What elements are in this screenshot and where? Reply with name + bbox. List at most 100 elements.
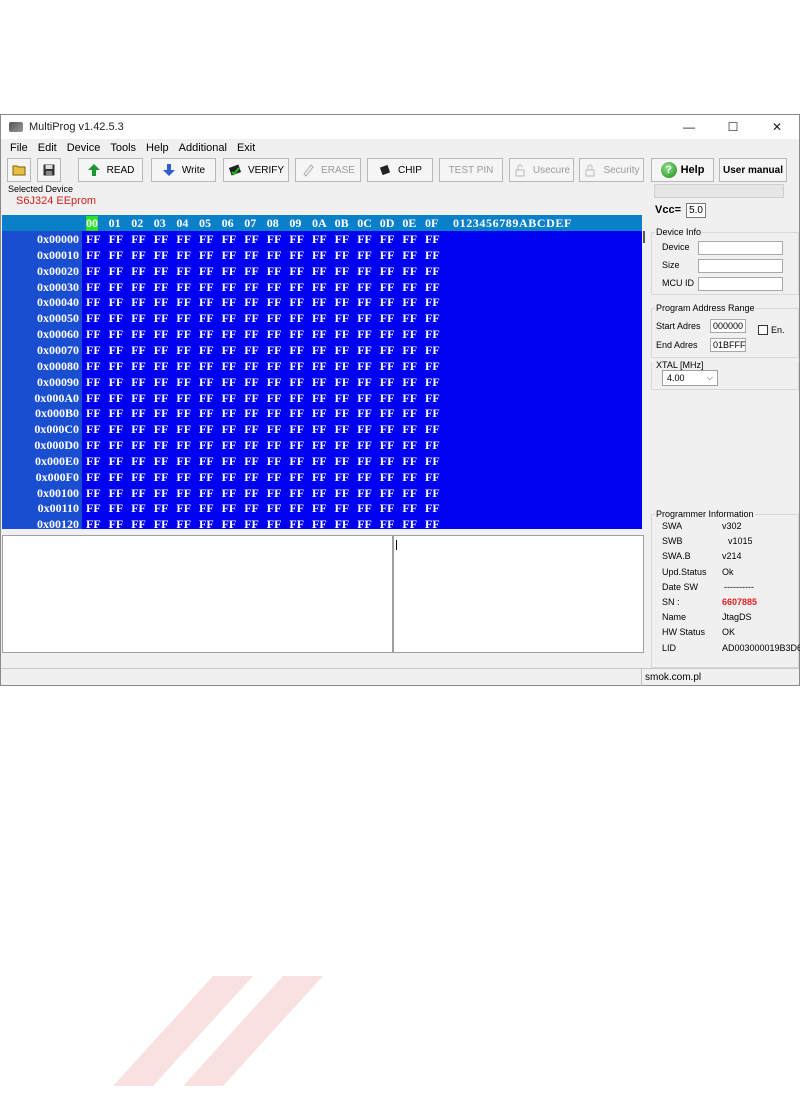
write-button[interactable]: Write xyxy=(151,158,216,182)
hex-byte[interactable]: FF xyxy=(86,280,101,295)
hex-byte[interactable]: FF xyxy=(222,406,237,421)
hex-byte[interactable]: FF xyxy=(267,517,282,529)
hex-byte[interactable]: FF xyxy=(357,295,372,310)
hex-byte[interactable]: FF xyxy=(425,232,440,247)
hex-byte[interactable]: FF xyxy=(425,406,440,421)
hex-byte[interactable]: FF xyxy=(402,517,417,529)
hex-byte[interactable]: FF xyxy=(380,454,395,469)
hex-byte[interactable]: FF xyxy=(244,311,259,326)
hex-byte[interactable]: FF xyxy=(335,359,350,374)
hex-byte[interactable]: FF xyxy=(222,280,237,295)
hex-byte[interactable]: FF xyxy=(425,470,440,485)
hex-byte[interactable]: FF xyxy=(244,406,259,421)
hex-byte[interactable]: FF xyxy=(312,343,327,358)
hex-byte[interactable]: FF xyxy=(176,280,191,295)
hex-byte[interactable]: FF xyxy=(176,406,191,421)
hex-byte[interactable]: FF xyxy=(86,311,101,326)
hex-byte[interactable]: FF xyxy=(244,422,259,437)
hex-byte[interactable]: FF xyxy=(86,406,101,421)
hex-byte[interactable]: FF xyxy=(425,501,440,516)
hex-byte[interactable]: FF xyxy=(357,486,372,501)
hex-byte[interactable]: FF xyxy=(357,406,372,421)
hex-byte[interactable]: FF xyxy=(86,486,101,501)
hex-byte[interactable]: FF xyxy=(425,375,440,390)
hex-byte[interactable]: FF xyxy=(335,391,350,406)
hex-byte[interactable]: FF xyxy=(312,359,327,374)
hex-row[interactable]: 0x000B0 FF FF FF FF FF FF FF FF FF FF FF FF FF FF FF FF xyxy=(2,406,642,422)
hex-byte[interactable]: FF xyxy=(312,295,327,310)
hex-byte[interactable]: FF xyxy=(109,295,124,310)
hex-byte[interactable]: FF xyxy=(109,501,124,516)
hex-byte[interactable]: FF xyxy=(86,501,101,516)
hex-byte[interactable]: FF xyxy=(109,264,124,279)
hex-byte[interactable]: FF xyxy=(154,454,169,469)
hex-byte[interactable]: FF xyxy=(267,501,282,516)
hex-byte[interactable]: FF xyxy=(154,486,169,501)
hex-byte[interactable]: FF xyxy=(267,327,282,342)
log-pane-right[interactable] xyxy=(393,535,644,653)
hex-row[interactable]: 0x00040 FF FF FF FF FF FF FF FF FF FF FF FF FF FF FF FF xyxy=(2,295,642,311)
hex-byte[interactable]: FF xyxy=(402,232,417,247)
hex-byte[interactable]: FF xyxy=(289,264,304,279)
hex-row[interactable]: 0x000F0 FF FF FF FF FF FF FF FF FF FF FF FF FF FF FF FF xyxy=(2,470,642,486)
hex-byte[interactable]: FF xyxy=(380,422,395,437)
hex-row[interactable]: 0x00050 FF FF FF FF FF FF FF FF FF FF FF FF FF FF FF FF xyxy=(2,311,642,327)
hex-byte[interactable]: FF xyxy=(402,343,417,358)
hex-byte[interactable]: FF xyxy=(425,391,440,406)
hex-byte[interactable]: FF xyxy=(154,311,169,326)
hex-byte[interactable]: FF xyxy=(176,359,191,374)
hex-byte[interactable]: FF xyxy=(244,264,259,279)
hex-row[interactable]: 0x00120 FF FF FF FF FF FF FF FF FF FF FF FF FF FF FF FF xyxy=(2,517,642,529)
hex-byte[interactable]: FF xyxy=(154,406,169,421)
hex-byte[interactable]: FF xyxy=(267,454,282,469)
hex-byte[interactable]: FF xyxy=(402,470,417,485)
hex-byte[interactable]: FF xyxy=(222,470,237,485)
hex-byte[interactable]: FF xyxy=(380,280,395,295)
hex-byte[interactable]: FF xyxy=(86,264,101,279)
hex-byte[interactable]: FF xyxy=(176,295,191,310)
hex-byte[interactable]: FF xyxy=(425,454,440,469)
hex-byte[interactable]: FF xyxy=(244,438,259,453)
hex-byte[interactable]: FF xyxy=(199,470,214,485)
hex-scrollbar[interactable] xyxy=(642,228,650,528)
hex-row[interactable]: 0x00080 FF FF FF FF FF FF FF FF FF FF FF FF FF FF FF FF xyxy=(2,359,642,375)
hex-byte[interactable]: FF xyxy=(425,517,440,529)
hex-byte[interactable]: FF xyxy=(109,438,124,453)
hex-byte[interactable]: FF xyxy=(289,486,304,501)
hex-byte[interactable]: FF xyxy=(86,375,101,390)
size-field[interactable] xyxy=(698,259,783,273)
hex-byte[interactable]: FF xyxy=(244,359,259,374)
hex-byte[interactable]: FF xyxy=(199,264,214,279)
hex-byte[interactable]: FF xyxy=(312,486,327,501)
hex-byte[interactable]: FF xyxy=(335,232,350,247)
hex-row[interactable]: 0x000D0 FF FF FF FF FF FF FF FF FF FF FF FF FF FF FF FF xyxy=(2,438,642,454)
hex-byte[interactable]: FF xyxy=(289,343,304,358)
hex-byte[interactable]: FF xyxy=(267,232,282,247)
hex-byte[interactable]: FF xyxy=(335,454,350,469)
hex-byte[interactable]: FF xyxy=(222,422,237,437)
hex-byte[interactable]: FF xyxy=(380,406,395,421)
hex-byte[interactable]: FF xyxy=(222,501,237,516)
hex-row[interactable]: 0x000A0 FF FF FF FF FF FF FF FF FF FF FF FF FF FF FF FF xyxy=(2,391,642,407)
hex-byte[interactable]: FF xyxy=(109,422,124,437)
hex-byte[interactable]: FF xyxy=(312,406,327,421)
open-file-button[interactable] xyxy=(7,158,31,182)
hex-byte[interactable]: FF xyxy=(199,501,214,516)
hex-byte[interactable]: FF xyxy=(402,327,417,342)
hex-byte[interactable]: FF xyxy=(289,501,304,516)
hex-byte[interactable]: FF xyxy=(131,470,146,485)
hex-byte[interactable]: FF xyxy=(312,375,327,390)
hex-row[interactable]: 0x00000 FF FF FF FF FF FF FF FF FF FF FF FF FF FF FF FF xyxy=(2,232,642,248)
hex-byte[interactable]: FF xyxy=(312,327,327,342)
hex-byte[interactable]: FF xyxy=(380,232,395,247)
hex-byte[interactable]: FF xyxy=(131,422,146,437)
hex-byte[interactable]: FF xyxy=(86,248,101,263)
hex-byte[interactable]: FF xyxy=(357,248,372,263)
hex-byte[interactable]: FF xyxy=(222,486,237,501)
hex-byte[interactable]: FF xyxy=(357,232,372,247)
hex-byte[interactable]: FF xyxy=(244,517,259,529)
hex-byte[interactable]: FF xyxy=(402,295,417,310)
hex-byte[interactable]: FF xyxy=(109,311,124,326)
hex-byte[interactable]: FF xyxy=(199,517,214,529)
hex-byte[interactable]: FF xyxy=(312,311,327,326)
